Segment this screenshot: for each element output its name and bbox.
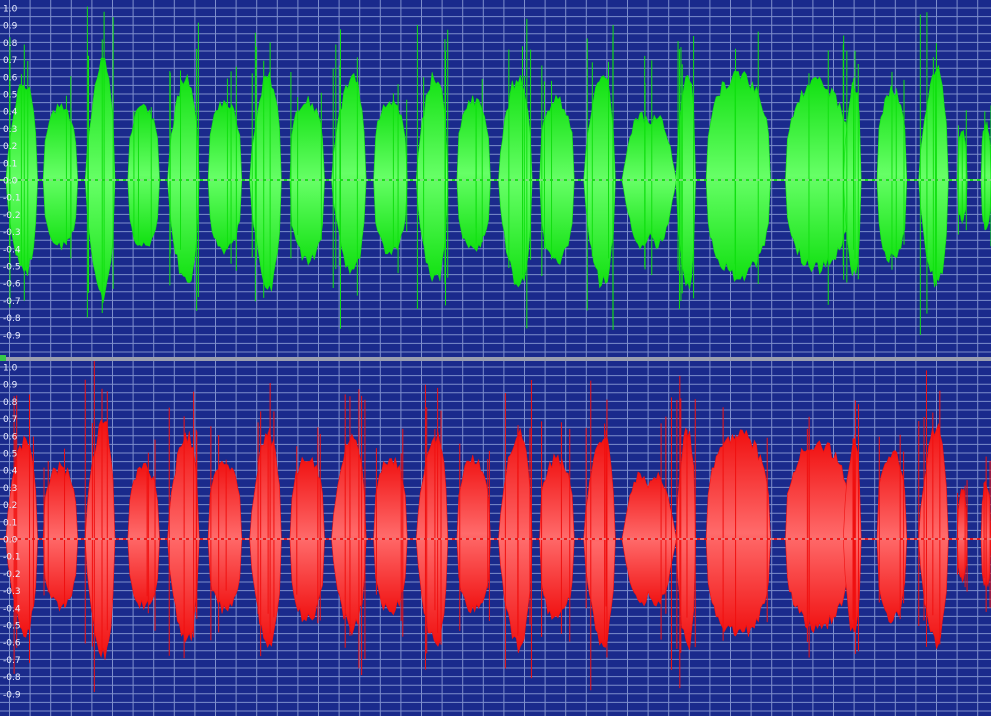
- amplitude-label: 0.4: [3, 467, 18, 477]
- amplitude-label: 0.3: [3, 484, 17, 494]
- amplitude-label: 0.2: [3, 501, 17, 511]
- amplitude-label: -0.3: [3, 587, 21, 597]
- amplitude-label: -0.6: [3, 639, 21, 649]
- amplitude-label: -0.8: [3, 314, 21, 324]
- amplitude-label: -0.3: [3, 228, 21, 238]
- amplitude-label: -0.8: [3, 673, 21, 683]
- amplitude-label: -0.4: [3, 245, 21, 255]
- amplitude-label: 0.0: [3, 536, 18, 546]
- amplitude-label: 0.3: [3, 125, 17, 135]
- amplitude-label: 1.0: [3, 364, 18, 374]
- amplitude-label: 0.9: [3, 381, 18, 391]
- amplitude-label: -0.5: [3, 622, 21, 632]
- amplitude-label: 1.0: [3, 5, 18, 15]
- waveform-burst: [42, 103, 79, 251]
- amplitude-label: -0.1: [3, 194, 21, 204]
- amplitude-label: -0.7: [3, 297, 21, 307]
- waveform-burst: [207, 460, 243, 614]
- amplitude-label: 0.9: [3, 22, 18, 32]
- amplitude-label: -0.6: [3, 280, 21, 290]
- amplitude-label: -0.4: [3, 604, 21, 614]
- amplitude-label: 0.1: [3, 518, 17, 528]
- amplitude-label: 0.8: [3, 398, 18, 408]
- amplitude-label: -0.1: [3, 553, 21, 563]
- amplitude-label: 0.5: [3, 91, 17, 101]
- waveform-burst: [705, 429, 771, 637]
- amplitude-label: 0.6: [3, 73, 18, 83]
- amplitude-label: 0.1: [3, 159, 17, 169]
- amplitude-label: -0.5: [3, 263, 21, 273]
- amplitude-label: 0.6: [3, 432, 18, 442]
- amplitude-label: 0.2: [3, 142, 17, 152]
- amplitude-label: -0.9: [3, 331, 21, 341]
- amplitude-label: -0.9: [3, 690, 21, 700]
- amplitude-label: 0.7: [3, 415, 17, 425]
- left-channel-waveform[interactable]: 1.0 0.9 0.8 0.7 0.6 0.5 0.4 0.3 0.2 0.1 0.0 -0.1 -0.…: [0, 0, 991, 357]
- amplitude-label: 0.8: [3, 39, 18, 49]
- right-channel-waveform[interactable]: 1.0 0.9 0.8 0.7 0.6 0.5 0.4 0.3 0.2 0.1 0.0 -0.1 -0.…: [0, 361, 991, 716]
- amplitude-label: -0.2: [3, 570, 21, 580]
- amplitude-label: 0.7: [3, 56, 17, 66]
- right-channel-waveform-panel[interactable]: 1.0 0.9 0.8 0.7 0.6 0.5 0.4 0.3 0.2 0.1 0.0 -0.1 -0.…: [0, 361, 991, 716]
- amplitude-label: 0.4: [3, 108, 18, 118]
- waveform-burst: [876, 450, 908, 624]
- waveform-editor[interactable]: 1.0 0.9 0.8 0.7 0.6 0.5 0.4 0.3 0.2 0.1 0.0 -0.1 -0.…: [0, 0, 991, 716]
- left-channel-waveform-panel[interactable]: 1.0 0.9 0.8 0.7 0.6 0.5 0.4 0.3 0.2 0.1 0.0 -0.1 -0.…: [0, 0, 991, 357]
- amplitude-label: 0.5: [3, 450, 17, 460]
- amplitude-label: -0.2: [3, 211, 21, 221]
- waveform-burst: [373, 99, 408, 256]
- waveform-burst: [705, 70, 771, 282]
- waveform-burst: [373, 457, 408, 616]
- amplitude-label: -0.7: [3, 656, 21, 666]
- waveform-burst: [980, 121, 991, 231]
- amplitude-label: 0.0: [3, 177, 18, 187]
